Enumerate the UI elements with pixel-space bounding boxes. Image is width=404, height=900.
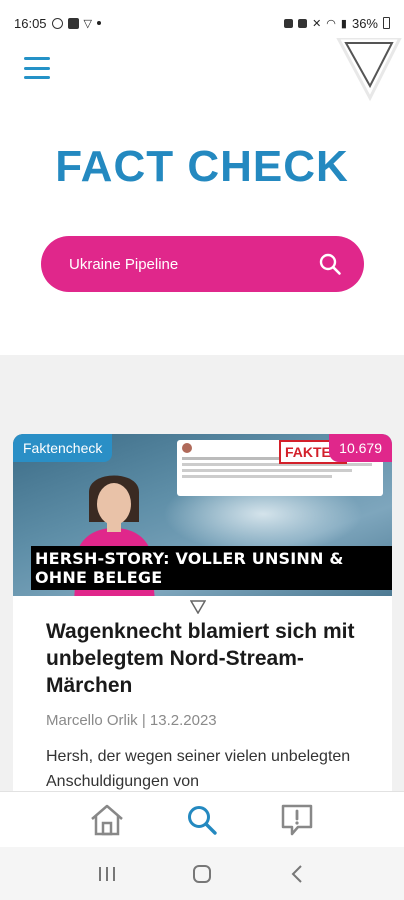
battery-icon — [383, 17, 390, 29]
search-input[interactable]: Ukraine Pipeline — [41, 236, 364, 292]
small-triangle-icon — [190, 600, 206, 614]
home-icon[interactable] — [89, 803, 125, 837]
mute-icon: ✕ — [312, 17, 322, 30]
nav-home[interactable] — [87, 800, 127, 840]
wifi-icon: ◠ — [326, 17, 336, 30]
recent-apps-icon[interactable] — [97, 865, 117, 883]
nfc-icon — [298, 18, 308, 28]
home-system-button[interactable] — [187, 859, 217, 889]
article-excerpt: Hersh, der wegen seiner vielen unbelegte… — [46, 748, 351, 790]
signal-icon: ▮ — [340, 17, 347, 30]
report-icon[interactable] — [280, 803, 314, 837]
triangle-logo-icon — [336, 38, 402, 102]
article-title[interactable]: Wagenknecht blamiert sich mit unbelegtem… — [46, 618, 366, 699]
article-feed[interactable]: Faktencheck FAKTEN 10.679 HERSH-STORY: V… — [0, 355, 404, 791]
alarm-icon — [284, 18, 294, 28]
recent-apps-button[interactable] — [92, 859, 122, 889]
image-headline: HERSH-STORY: VOLLER UNSINN & OHNE BELEGE — [31, 546, 392, 590]
status-right: ✕ ◠ ▮ 36% — [284, 16, 390, 31]
app-header — [0, 38, 404, 106]
vpn-icon: ▽ — [83, 17, 93, 30]
hamburger-menu-icon[interactable] — [24, 57, 50, 79]
page-title: FACT CHECK — [55, 142, 349, 191]
search-icon[interactable] — [318, 252, 342, 276]
home-circle-icon[interactable] — [192, 864, 212, 884]
view-count-badge: 10.679 — [329, 434, 392, 462]
category-badge: Faktencheck — [13, 434, 113, 462]
article-card[interactable]: Faktencheck FAKTEN 10.679 HERSH-STORY: V… — [13, 434, 392, 791]
status-left: 16:05 ▽ — [14, 15, 102, 31]
system-nav-bar — [0, 847, 404, 900]
back-button[interactable] — [282, 859, 312, 889]
article-image[interactable]: Faktencheck FAKTEN 10.679 HERSH-STORY: V… — [13, 434, 392, 596]
app-notification-icon — [67, 17, 79, 29]
back-icon[interactable] — [290, 864, 304, 884]
notification-icon — [51, 17, 63, 29]
article-meta: Marcello Orlik | 13.2.2023 — [46, 712, 217, 729]
tweet-avatar — [182, 443, 192, 453]
nav-report[interactable] — [277, 800, 317, 840]
battery-level: 36% — [351, 15, 378, 31]
status-time: 16:05 — [14, 15, 47, 31]
bottom-nav — [0, 791, 404, 847]
search-input-value[interactable]: Ukraine Pipeline — [69, 256, 318, 273]
more-notifications-icon — [97, 21, 102, 25]
nav-search[interactable] — [182, 800, 222, 840]
search-icon[interactable] — [186, 804, 218, 836]
